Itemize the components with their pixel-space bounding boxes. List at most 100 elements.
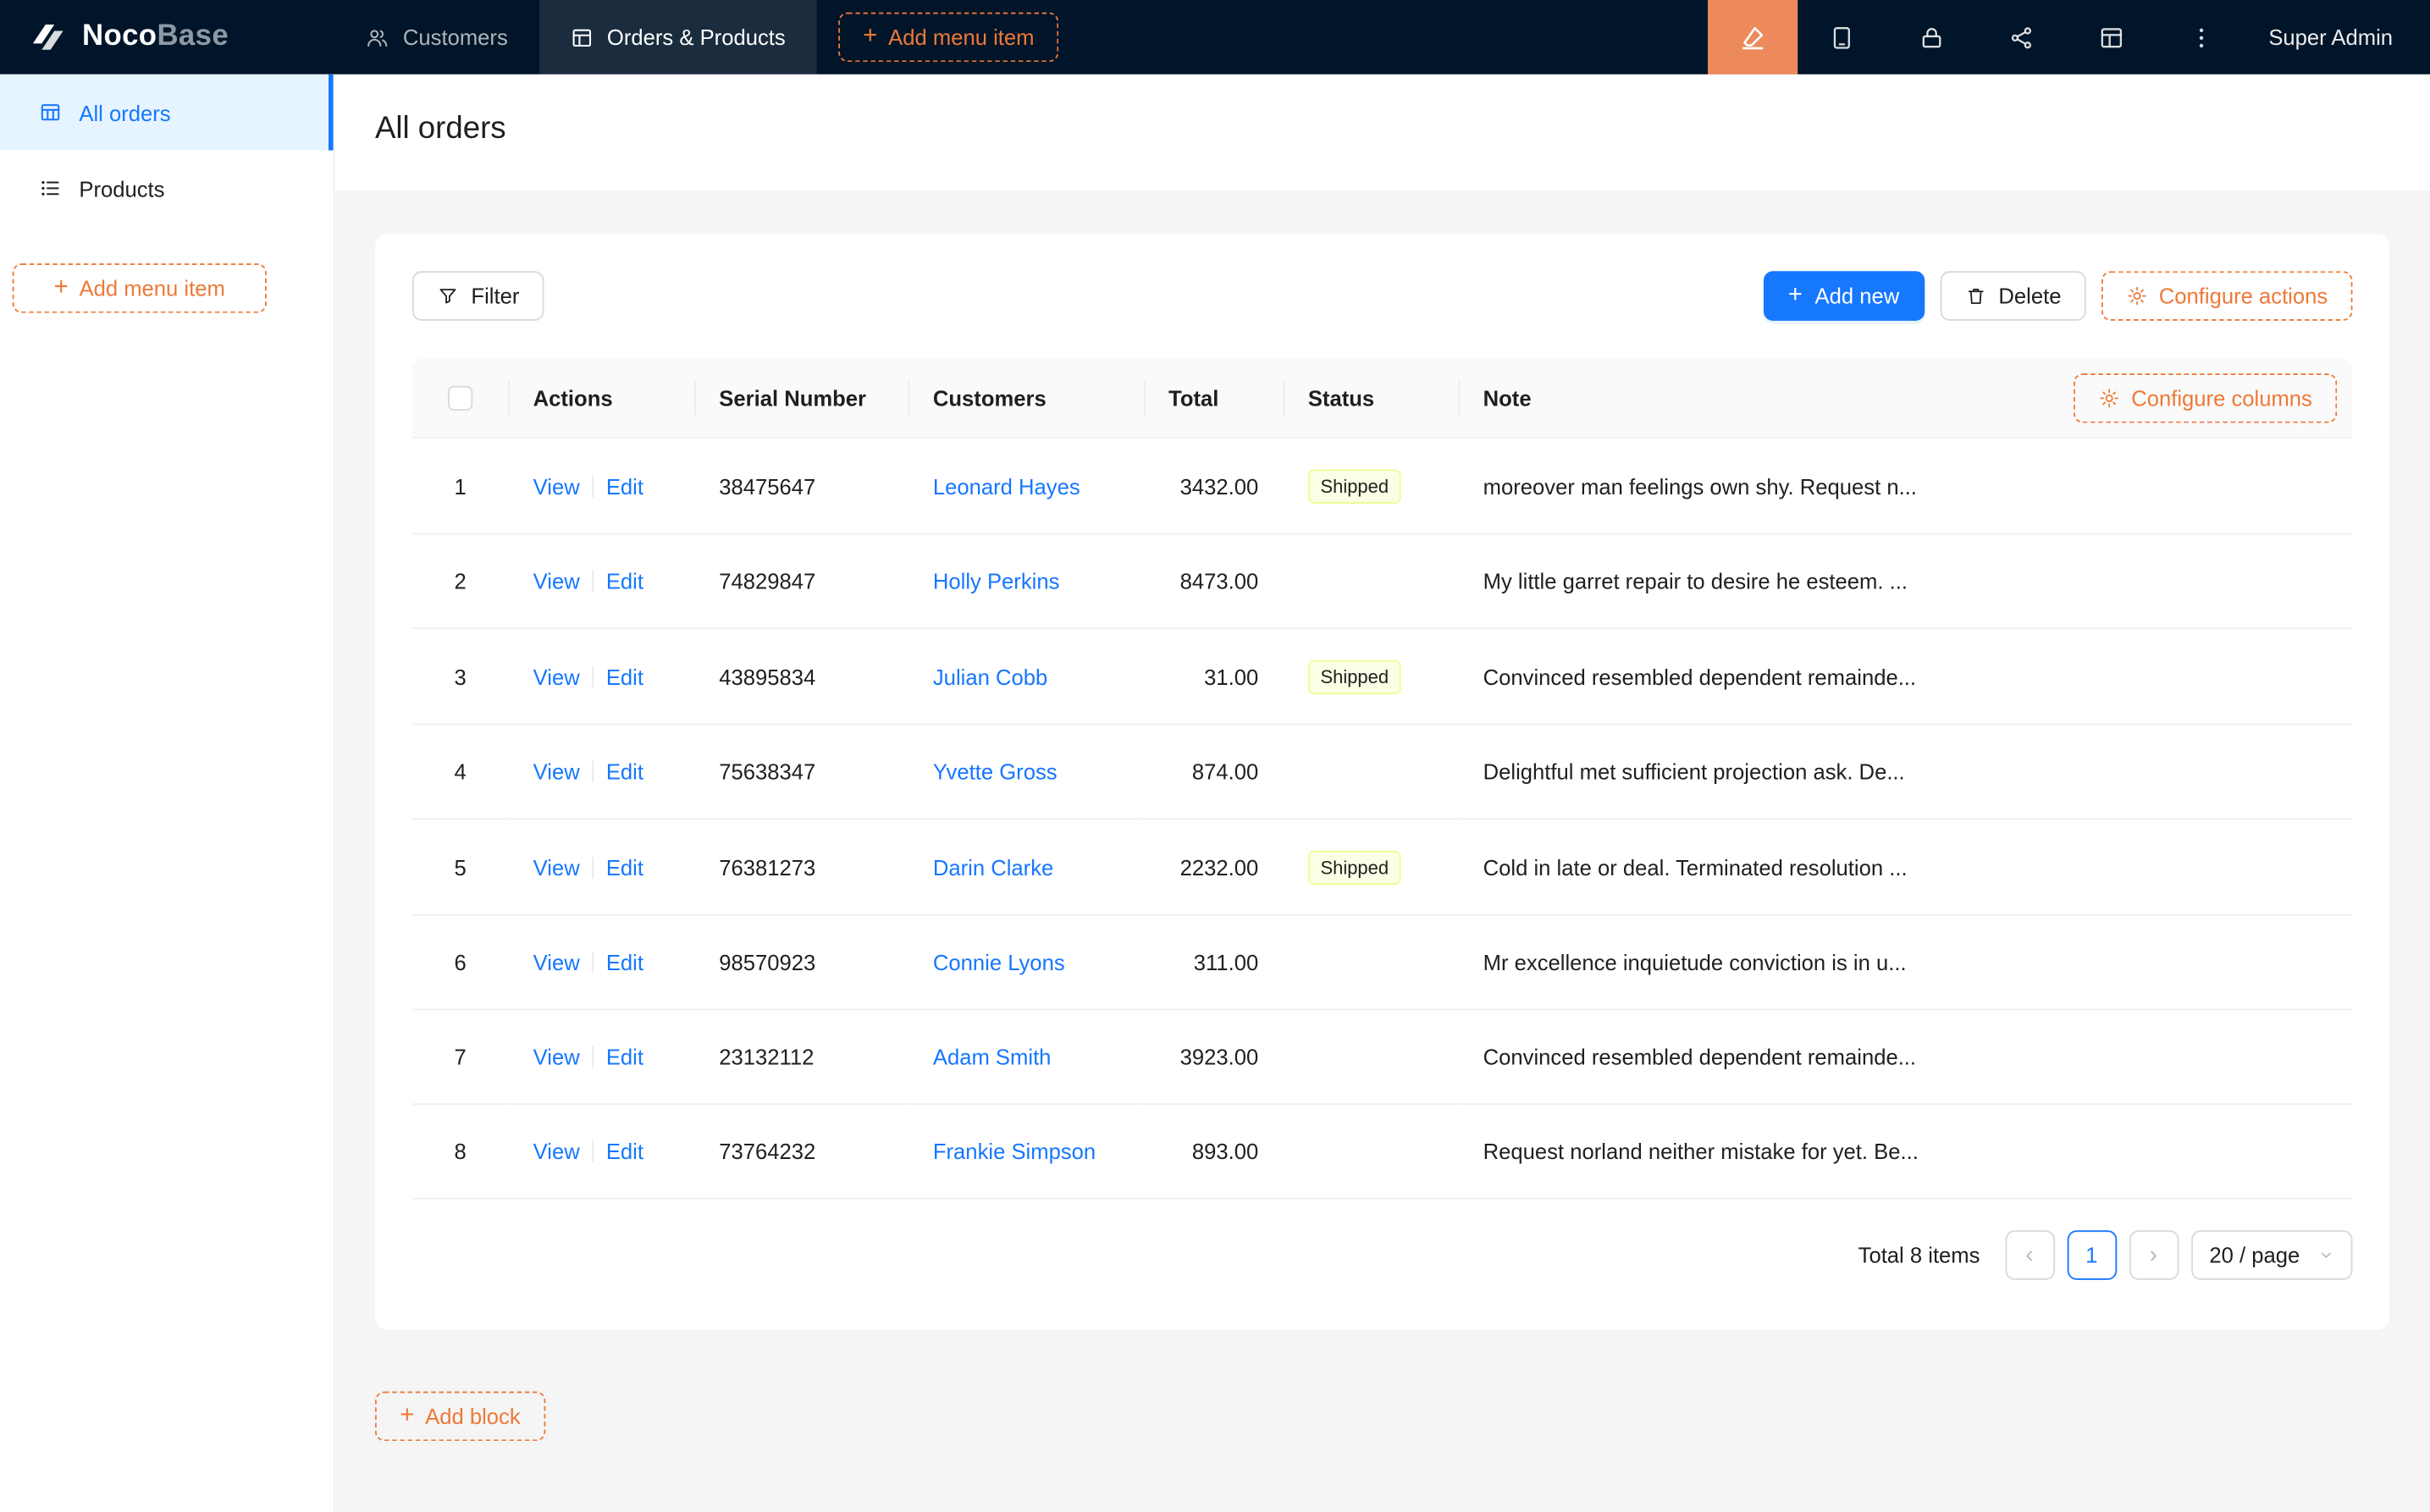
- view-link[interactable]: View: [533, 951, 580, 975]
- tablet-button[interactable]: [1798, 0, 1887, 74]
- serial-cell: 38475647: [694, 439, 908, 534]
- edit-link[interactable]: Edit: [606, 1140, 643, 1164]
- highlighter-icon: [1738, 23, 1766, 51]
- nav-orders-products[interactable]: Orders & Products: [538, 0, 816, 74]
- action-divider: [592, 857, 594, 879]
- sidebar: All orders Products + Add menu item: [0, 74, 334, 1512]
- total-cell: 874.00: [1144, 725, 1284, 819]
- row-index: 4: [454, 759, 466, 784]
- row-index: 7: [454, 1045, 466, 1069]
- customer-link[interactable]: Frankie Simpson: [933, 1140, 1096, 1164]
- col-header-note-label: Note: [1483, 385, 1532, 410]
- action-divider: [592, 571, 594, 593]
- customer-link[interactable]: Adam Smith: [933, 1045, 1052, 1069]
- page-size-value: 20 / page: [2209, 1243, 2300, 1267]
- total-cell: 2232.00: [1144, 819, 1284, 915]
- plus-icon: +: [54, 275, 69, 300]
- customer-link[interactable]: Darin Clarke: [933, 855, 1053, 880]
- page-header: All orders: [334, 74, 2430, 190]
- add-block-label: Add block: [425, 1404, 521, 1429]
- share-button[interactable]: [1977, 0, 2067, 74]
- serial-cell: 73764232: [694, 1105, 908, 1200]
- pagination: Total 8 items 1 20 / page: [412, 1231, 2353, 1281]
- select-all-checkbox[interactable]: [448, 386, 472, 411]
- nocobase-logo[interactable]: NocoBase: [0, 17, 334, 58]
- table-toolbar: Filter + Add new Delete: [412, 271, 2353, 321]
- edit-link[interactable]: Edit: [606, 759, 643, 784]
- orders-table-icon: [570, 25, 593, 48]
- page-content: Filter + Add new Delete: [334, 190, 2430, 1485]
- pagination-next-button[interactable]: [2129, 1231, 2179, 1281]
- toolbar-right: + Add new Delete: [1763, 271, 2352, 321]
- more-button[interactable]: [2157, 0, 2247, 74]
- nav-customers[interactable]: Customers: [334, 0, 538, 74]
- note-cell: Convinced resembled dependent remainde..…: [1458, 1010, 2352, 1105]
- lock-icon: [1919, 24, 1946, 50]
- serial-cell: 74829847: [694, 534, 908, 629]
- customer-link[interactable]: Holly Perkins: [933, 569, 1060, 593]
- lock-button[interactable]: [1887, 0, 1977, 74]
- table-row: 1 ViewEdit 38475647 Leonard Hayes 3432.0…: [412, 439, 2353, 534]
- nav-orders-products-label: Orders & Products: [607, 25, 786, 49]
- configure-columns-button[interactable]: Configure columns: [2074, 372, 2338, 422]
- edit-link[interactable]: Edit: [606, 569, 643, 593]
- topbar-add-menu-item-button[interactable]: + Add menu item: [838, 13, 1059, 63]
- table-row: 5 ViewEdit 76381273 Darin Clarke 2232.00…: [412, 819, 2353, 915]
- trash-icon: [1964, 285, 1986, 307]
- sidebar-add-menu-item-label: Add menu item: [79, 276, 224, 301]
- layout-button[interactable]: [2067, 0, 2157, 74]
- serial-cell: 23132112: [694, 1010, 908, 1105]
- configure-actions-button[interactable]: Configure actions: [2101, 271, 2352, 321]
- filter-label: Filter: [471, 284, 519, 308]
- chevron-down-icon: [2318, 1248, 2333, 1263]
- add-new-button[interactable]: + Add new: [1763, 271, 1924, 321]
- view-link[interactable]: View: [533, 1045, 580, 1069]
- filter-button[interactable]: Filter: [412, 271, 544, 321]
- page-size-select[interactable]: 20 / page: [2190, 1231, 2352, 1281]
- chevron-left-icon: [2021, 1247, 2038, 1264]
- view-link[interactable]: View: [533, 665, 580, 689]
- pagination-page-1[interactable]: 1: [2067, 1231, 2117, 1281]
- share-icon: [2009, 24, 2035, 50]
- customer-link[interactable]: Yvette Gross: [933, 759, 1058, 784]
- orders-block-card: Filter + Add new Delete: [375, 234, 2389, 1330]
- total-cell: 31.00: [1144, 629, 1284, 725]
- brand-bold: Noco: [82, 20, 157, 52]
- view-link[interactable]: View: [533, 759, 580, 784]
- delete-button[interactable]: Delete: [1940, 271, 2086, 321]
- pagination-total: Total 8 items: [1858, 1243, 1980, 1267]
- status-tag: Shipped: [1308, 851, 1401, 885]
- brand-text: NocoBase: [82, 20, 229, 54]
- edit-link[interactable]: Edit: [606, 474, 643, 499]
- pagination-prev-button[interactable]: [2005, 1231, 2055, 1281]
- customer-link[interactable]: Connie Lyons: [933, 951, 1065, 975]
- plus-icon: +: [400, 1404, 414, 1428]
- table-header-row: Actions Serial Number Customers Total St…: [412, 358, 2353, 439]
- view-link[interactable]: View: [533, 855, 580, 880]
- user-menu[interactable]: Super Admin: [2247, 25, 2430, 49]
- note-cell: Convinced resembled dependent remainde..…: [1458, 629, 2352, 725]
- add-block-button[interactable]: + Add block: [375, 1392, 545, 1442]
- serial-cell: 75638347: [694, 725, 908, 819]
- edit-link[interactable]: Edit: [606, 1045, 643, 1069]
- customer-link[interactable]: Leonard Hayes: [933, 474, 1080, 499]
- action-divider: [592, 952, 594, 974]
- edit-link[interactable]: Edit: [606, 665, 643, 689]
- total-cell: 8473.00: [1144, 534, 1284, 629]
- table-icon: [39, 101, 62, 124]
- view-link[interactable]: View: [533, 474, 580, 499]
- edit-link[interactable]: Edit: [606, 855, 643, 880]
- edit-link[interactable]: Edit: [606, 951, 643, 975]
- sidebar-item-all-orders[interactable]: All orders: [0, 74, 334, 151]
- table-row: 4 ViewEdit 75638347 Yvette Gross 874.00 …: [412, 725, 2353, 819]
- table-row: 7 View Edit 23132112 Adam Smith 3923.00 C…: [412, 1010, 2353, 1105]
- view-link[interactable]: View: [533, 1140, 580, 1164]
- note-cell: moreover man feelings own shy. Request n…: [1458, 439, 2352, 534]
- sidebar-item-products[interactable]: Products: [0, 151, 334, 227]
- ui-editor-button[interactable]: [1708, 0, 1798, 74]
- view-link[interactable]: View: [533, 569, 580, 593]
- customer-link[interactable]: Julian Cobb: [933, 665, 1047, 689]
- main-area: All orders Filter +: [334, 74, 2430, 1512]
- sidebar-add-menu-item-button[interactable]: + Add menu item: [13, 263, 267, 313]
- total-cell: 3923.00: [1144, 1010, 1284, 1105]
